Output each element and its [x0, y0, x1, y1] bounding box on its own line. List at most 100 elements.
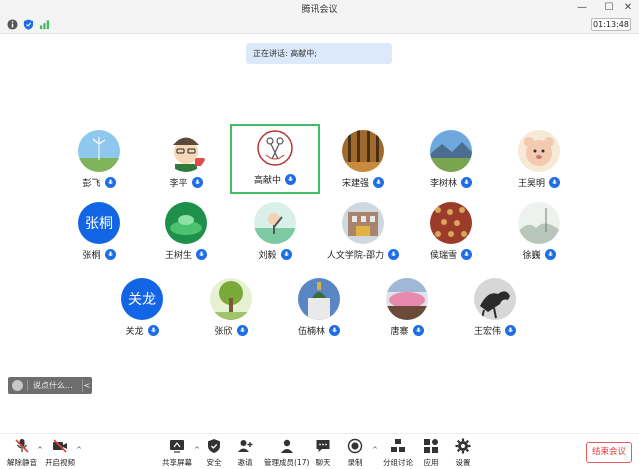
members-icon	[280, 439, 293, 453]
mute-options-caret[interactable]: ^	[37, 446, 43, 454]
end-meeting-button[interactable]: 结束会议	[586, 442, 632, 463]
mic-icon	[329, 325, 340, 336]
participant-name: 关龙	[125, 327, 144, 337]
participant-name: 刘毅	[258, 251, 277, 261]
gear-icon	[455, 438, 471, 454]
mic-icon	[104, 177, 116, 188]
avatar	[210, 278, 252, 320]
shield-icon[interactable]	[23, 19, 34, 30]
avatar	[430, 202, 472, 244]
participant-tile[interactable]: 刘毅	[230, 199, 320, 269]
mic-muted-icon	[15, 439, 29, 453]
avatar	[165, 202, 207, 244]
avatar	[298, 278, 340, 320]
participant-name: 张桐	[82, 251, 101, 261]
participant-name: 张欣	[214, 327, 233, 337]
avatar	[430, 130, 472, 172]
participant-tile[interactable]: 张欣	[186, 275, 276, 345]
invite-button[interactable]: 邀请	[237, 438, 253, 468]
participant-name: 王昊明	[517, 179, 545, 189]
avatar	[254, 202, 296, 244]
mic-icon	[412, 325, 424, 336]
participant-tile[interactable]: 伍楠林	[274, 275, 364, 345]
shield-icon	[208, 439, 220, 453]
mic-icon	[461, 177, 472, 188]
share-options-caret[interactable]: ^	[194, 446, 200, 454]
participant-tile[interactable]: 王昊明	[494, 127, 584, 197]
participant-tile[interactable]: 张桐 张桐	[54, 199, 144, 269]
participant-tile[interactable]: 徐巍	[494, 199, 584, 269]
mic-icon	[373, 177, 384, 188]
mic-icon	[461, 249, 472, 260]
minimize-button[interactable]: —	[575, 1, 589, 15]
mic-icon	[196, 249, 207, 260]
participant-tile[interactable]: 李树林	[406, 127, 496, 197]
record-options-caret[interactable]: ^	[372, 446, 378, 454]
avatar: 张桐	[78, 202, 120, 244]
participant-name: 伍楠林	[297, 327, 325, 337]
video-options-caret[interactable]: ^	[76, 446, 82, 454]
avatar	[386, 278, 428, 320]
close-button[interactable]: ✕	[621, 1, 635, 15]
participant-name: 徐巍	[522, 251, 541, 261]
chat-divider	[27, 380, 28, 391]
mic-icon	[544, 249, 556, 260]
avatar: 关龙	[121, 278, 163, 320]
emoji-icon[interactable]	[12, 380, 23, 391]
security-button[interactable]: 安全	[206, 438, 222, 468]
chat-button[interactable]: 聊天	[315, 438, 331, 468]
participant-tile-active[interactable]: 高献中	[230, 124, 320, 194]
breakout-button[interactable]: 分组讨论	[383, 438, 413, 468]
participant-tile[interactable]: 侯瑞雪	[406, 199, 496, 269]
participant-tile[interactable]: 彭飞	[54, 127, 144, 197]
apps-icon	[424, 439, 438, 453]
info-icon[interactable]	[7, 19, 18, 30]
participant-name: 王宏伟	[473, 327, 501, 337]
avatar	[342, 202, 384, 244]
camera-off-icon	[53, 439, 67, 453]
mic-icon	[505, 325, 516, 336]
participant-name: 宋建强	[341, 179, 369, 189]
avatar	[518, 202, 560, 244]
share-screen-button[interactable]: 共享屏幕	[162, 438, 192, 468]
participant-name: 人文学院-邵力	[326, 251, 385, 261]
participant-tile[interactable]: 关龙 关龙	[97, 275, 187, 345]
breakout-icon	[391, 439, 405, 452]
members-button[interactable]: 管理成员(17)	[264, 438, 309, 468]
participant-name: 李平	[169, 179, 188, 189]
window-title: 腾讯会议	[301, 5, 338, 15]
meeting-timer: 01:13:48	[591, 18, 631, 31]
info-bar: 01:13:48	[0, 16, 639, 34]
mute-button[interactable]: 解除静音	[7, 438, 37, 468]
settings-button[interactable]: 设置	[455, 438, 471, 468]
participant-tile[interactable]: 唐寨	[362, 275, 452, 345]
participant-tile[interactable]: 王树生	[141, 199, 231, 269]
signal-icon[interactable]	[39, 19, 50, 30]
maximize-button[interactable]: ☐	[602, 1, 616, 15]
participant-name: 高献中	[253, 176, 281, 186]
speaking-banner: 正在讲话: 高献中;	[246, 43, 392, 64]
participant-name: 唐寨	[390, 327, 409, 337]
participant-tile[interactable]: 李平	[141, 127, 231, 197]
video-button[interactable]: 开启视频	[45, 438, 75, 468]
mic-icon	[104, 249, 116, 260]
record-button[interactable]: 录制	[347, 438, 363, 468]
avatar	[342, 130, 384, 172]
chat-input[interactable]: 说点什么... <	[8, 377, 92, 394]
chat-placeholder: 说点什么...	[33, 381, 73, 390]
participant-tile[interactable]: 宋建强	[318, 127, 408, 197]
participant-name: 侯瑞雪	[429, 251, 457, 261]
chat-icon	[316, 440, 330, 452]
mic-icon	[280, 249, 292, 260]
chat-collapse-button[interactable]: <	[82, 379, 91, 392]
invite-icon	[238, 440, 253, 452]
participant-name: 彭飞	[82, 179, 101, 189]
avatar	[254, 127, 296, 169]
participant-tile[interactable]: 王宏伟	[450, 275, 540, 345]
avatar	[474, 278, 516, 320]
participant-tile[interactable]: 人文学院-邵力	[318, 199, 408, 269]
mic-icon	[549, 177, 560, 188]
mic-icon	[147, 325, 159, 336]
mic-icon	[191, 177, 203, 188]
apps-button[interactable]: 应用	[423, 438, 439, 468]
